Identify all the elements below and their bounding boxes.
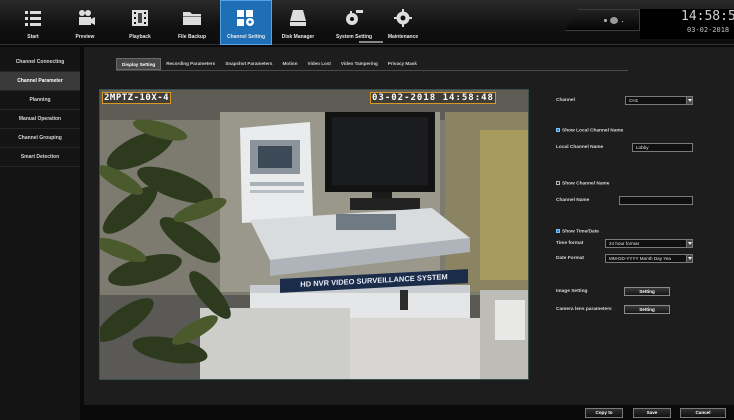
tab-bar: Display Setting Recording Parameters Sna… bbox=[116, 58, 422, 70]
hdd-status-icon bbox=[610, 17, 618, 24]
topbar-playback-label: Playback bbox=[129, 34, 151, 40]
show-time-date-checkbox[interactable]: Show Time/Date bbox=[556, 229, 599, 234]
topbar-file-backup-label: File Backup bbox=[177, 34, 207, 40]
camera-icon bbox=[79, 10, 95, 25]
image-setting-label: Image Setting bbox=[556, 289, 588, 294]
sidebar-item-label: Planning bbox=[29, 97, 51, 103]
checkbox-checked-icon bbox=[556, 229, 560, 233]
disk-icon bbox=[290, 10, 306, 26]
topbar-channel-setting-label: Channel Setting bbox=[226, 34, 266, 40]
channel-select[interactable]: CH1 bbox=[625, 96, 693, 105]
sidebar: Channel Connecting Channel Parameter Pla… bbox=[0, 47, 80, 420]
video-preview[interactable]: 2MPTZ-10X-4 03-02-2018 14:58:48 HD NVR V… bbox=[99, 89, 529, 380]
save-button[interactable]: Save bbox=[633, 408, 671, 418]
show-channel-name-checkbox[interactable]: Show Channel Name bbox=[556, 181, 609, 186]
checkbox-checked-icon bbox=[556, 128, 560, 132]
topbar-channel-setting[interactable]: Channel Setting bbox=[220, 0, 272, 45]
show-local-channel-name-label: Show Local Channel Name bbox=[562, 128, 624, 134]
clock-date: 03-02-2018 bbox=[687, 26, 730, 34]
chevron-down-icon bbox=[686, 97, 692, 104]
topbar-file-backup[interactable]: File Backup bbox=[167, 0, 217, 45]
camera-lens-label: Camera lens parameters bbox=[556, 307, 612, 312]
sidebar-item-planning[interactable]: Planning bbox=[0, 91, 80, 110]
checkbox-unchecked-icon bbox=[556, 181, 560, 185]
show-time-date-label: Show Time/Date bbox=[562, 229, 599, 235]
maintenance-gear-icon bbox=[394, 9, 412, 27]
sidebar-item-channel-grouping[interactable]: Channel Grouping bbox=[0, 129, 80, 148]
sidebar-item-label: Manual Operation bbox=[18, 116, 62, 122]
tab-video-lost[interactable]: Video Lost bbox=[303, 58, 336, 70]
show-channel-name-label: Show Channel Name bbox=[562, 181, 610, 187]
date-format-label: Date Format bbox=[556, 256, 584, 261]
chevron-down-icon bbox=[686, 240, 692, 247]
status-separator bbox=[622, 21, 623, 22]
camera-scene-image bbox=[100, 90, 528, 379]
channel-select-value: CH1 bbox=[629, 98, 639, 103]
time-format-select[interactable]: 24 hour format bbox=[605, 239, 693, 248]
topbar-maintenance[interactable]: Maintenance bbox=[378, 0, 428, 45]
display-settings-panel: Channel CH1 Show Local Channel Name Loca… bbox=[554, 47, 734, 405]
folder-icon bbox=[183, 12, 201, 25]
topbar-disk-manager[interactable]: Disk Manager bbox=[273, 0, 323, 45]
copy-to-button[interactable]: Copy to bbox=[585, 408, 623, 418]
tab-recording-parameters[interactable]: Recording Parameters bbox=[161, 58, 220, 70]
cancel-button[interactable]: Cancel bbox=[680, 408, 726, 418]
sidebar-item-label: Channel Grouping bbox=[18, 135, 62, 141]
chevron-down-icon bbox=[686, 255, 692, 262]
topbar-system-setting-label: System Setting bbox=[335, 34, 373, 40]
image-setting-button[interactable]: Setting bbox=[624, 287, 670, 296]
tab-motion[interactable]: Motion bbox=[277, 58, 302, 70]
sidebar-item-label: Smart Detection bbox=[20, 154, 60, 160]
channel-label: Channel bbox=[556, 98, 575, 103]
channel-name-input[interactable] bbox=[619, 196, 693, 205]
channel-setting-icon bbox=[237, 10, 254, 26]
topbar-start-label: Start bbox=[27, 34, 39, 40]
local-channel-name-input[interactable]: Lobby bbox=[632, 143, 693, 152]
camera-lens-setting-button[interactable]: Setting bbox=[624, 305, 670, 314]
topbar-preview[interactable]: Preview bbox=[60, 0, 110, 45]
status-indicator bbox=[565, 9, 640, 31]
osd-timestamp: 03-02-2018 14:58:48 bbox=[370, 92, 496, 104]
topbar-disk-manager-label: Disk Manager bbox=[281, 34, 315, 40]
sidebar-item-manual-operation[interactable]: Manual Operation bbox=[0, 110, 80, 129]
topbar-system-setting[interactable]: System Setting bbox=[327, 0, 383, 45]
topbar-start[interactable]: Start bbox=[8, 0, 58, 45]
tab-display-setting[interactable]: Display Setting bbox=[116, 58, 162, 70]
date-format-value: MM-DD-YYYY Month Day Yea bbox=[609, 256, 671, 261]
tab-snapshot-parameters[interactable]: Snapshot Parameters bbox=[220, 58, 277, 70]
time-format-label: Time format bbox=[556, 241, 584, 246]
main-panel: Display Setting Recording Parameters Sna… bbox=[84, 47, 734, 405]
list-icon bbox=[25, 11, 41, 26]
topbar-maintenance-label: Maintenance bbox=[387, 34, 419, 40]
show-local-channel-name-checkbox[interactable]: Show Local Channel Name bbox=[556, 128, 623, 133]
status-dot-icon bbox=[604, 19, 607, 22]
gear-setting-icon bbox=[346, 10, 363, 25]
sidebar-item-label: Channel Connecting bbox=[15, 59, 65, 65]
osd-channel-name: 2MPTZ-10X-4 bbox=[102, 92, 172, 104]
sidebar-item-channel-parameter[interactable]: Channel Parameter bbox=[0, 72, 80, 91]
sidebar-item-channel-connecting[interactable]: Channel Connecting bbox=[0, 53, 80, 72]
tab-divider bbox=[116, 70, 628, 71]
topbar-preview-label: Preview bbox=[75, 34, 95, 40]
local-channel-name-label: Local Channel Name bbox=[556, 145, 604, 150]
date-format-select[interactable]: MM-DD-YYYY Month Day Yea bbox=[605, 254, 693, 263]
tab-privacy-mask[interactable]: Privacy Mask bbox=[383, 58, 422, 70]
film-icon bbox=[132, 10, 148, 26]
top-toolbar: Start Preview Playback File Backup Chann… bbox=[0, 0, 734, 45]
time-format-value: 24 hour format bbox=[609, 241, 639, 246]
topbar-playback[interactable]: Playback bbox=[115, 0, 165, 45]
clock: 14:58:5 03-02-2018 bbox=[640, 9, 734, 39]
sidebar-item-label: Channel Parameter bbox=[17, 78, 63, 84]
clock-time: 14:58:5 bbox=[681, 9, 734, 24]
channel-name-label: Channel Name bbox=[556, 198, 590, 203]
tab-video-tampering[interactable]: Video Tampering bbox=[336, 58, 383, 70]
sidebar-item-smart-detection[interactable]: Smart Detection bbox=[0, 148, 80, 167]
